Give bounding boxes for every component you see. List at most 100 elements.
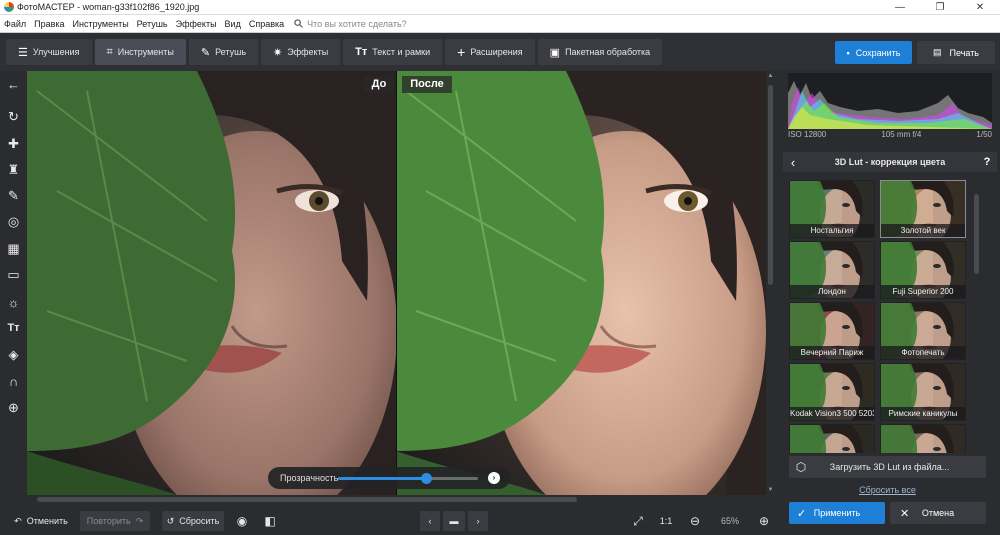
lut-thumbnail[interactable]: Kodak Vision3 500 5203 xyxy=(789,363,875,421)
apply-button[interactable]: ✓ Применить xyxy=(789,502,885,524)
chevron-right-icon[interactable]: › xyxy=(488,472,500,484)
apply-label: Применить xyxy=(813,508,861,518)
ratio-button[interactable]: 1:1 xyxy=(655,511,677,531)
lut-thumbnail[interactable]: Фотопечать xyxy=(880,302,966,360)
menu-retouch[interactable]: Ретушь xyxy=(133,15,172,33)
opacity-handle[interactable] xyxy=(421,472,433,484)
gradient-icon[interactable]: ▦ xyxy=(0,240,27,258)
menu-help[interactable]: Справка xyxy=(245,15,288,33)
menu-view[interactable]: Вид xyxy=(221,15,245,33)
tab-label: Пакетная обработка xyxy=(565,47,651,57)
reset-button[interactable]: ↺ Сбросить xyxy=(162,511,224,531)
back-arrow-icon[interactable]: ← xyxy=(0,75,27,93)
light-icon[interactable]: ☼ xyxy=(0,293,27,311)
sparkle-icon: ✷ xyxy=(273,46,283,59)
image-canvas[interactable]: До После ▲ ▼ xyxy=(27,71,775,495)
load-lut-button[interactable]: ⬡ Загрузить 3D Lut из файла... xyxy=(789,456,986,478)
globe-icon[interactable]: ⊕ xyxy=(0,399,27,417)
menu-effects[interactable]: Эффекты xyxy=(172,15,221,33)
tab-label: Ретушь xyxy=(215,47,247,57)
open-folder-button[interactable]: ▬ xyxy=(443,511,465,531)
save-label: Сохранить xyxy=(855,47,901,58)
scroll-down-icon[interactable]: ▼ xyxy=(766,487,775,493)
fit-screen-icon[interactable]: ⤢ xyxy=(628,511,648,531)
lut-thumbnail[interactable]: Вечерний Париж xyxy=(789,302,875,360)
rotate-icon[interactable]: ↻ xyxy=(0,108,27,126)
lut-name: Fuji Superior 200 xyxy=(881,285,965,298)
photo-after xyxy=(396,71,766,495)
minimize-button[interactable]: — xyxy=(880,0,920,15)
reset-all-link[interactable]: Сбросить все xyxy=(789,485,986,495)
tab-label: Эффекты xyxy=(287,47,329,57)
scroll-thumb[interactable] xyxy=(37,497,577,502)
printer-icon: ▤ xyxy=(933,47,942,57)
tab-batch[interactable]: ▣ Пакетная обработка xyxy=(537,39,663,65)
tab-retouch[interactable]: ✎ Ретушь xyxy=(188,39,259,65)
redo-button[interactable]: Повторить ↷ xyxy=(80,511,150,531)
scroll-thumb[interactable] xyxy=(974,194,979,274)
maximize-button[interactable]: ❐ xyxy=(920,0,960,15)
redo-icon: ↷ xyxy=(135,515,144,526)
lut-thumbnail[interactable] xyxy=(880,424,966,453)
brush-icon[interactable]: ✎ xyxy=(0,187,27,205)
chevron-left-icon[interactable]: ‹ xyxy=(783,155,803,170)
menu-tools[interactable]: Инструменты xyxy=(69,15,133,33)
opacity-slider[interactable] xyxy=(338,472,478,484)
prev-image-button[interactable]: ‹ xyxy=(420,511,440,531)
lut-thumbnail[interactable]: Лондон xyxy=(789,241,875,299)
check-icon: ✓ xyxy=(797,507,807,520)
close-icon: ✕ xyxy=(900,507,910,520)
split-divider[interactable] xyxy=(396,71,397,495)
print-label: Печать xyxy=(949,47,979,58)
menu-edit[interactable]: Правка xyxy=(30,15,68,33)
menu-search[interactable]: Что вы хотите сделать? xyxy=(294,19,407,29)
tab-tools[interactable]: ⌗ Инструменты xyxy=(94,39,186,65)
plus-icon: + xyxy=(457,44,466,60)
text-icon[interactable]: Tт xyxy=(0,319,27,337)
vignette-icon[interactable]: ▭ xyxy=(0,266,27,284)
tab-text-frames[interactable]: Tт Текст и рамки xyxy=(343,39,443,65)
panel-header: ‹ 3D Lut - коррекция цвета ? xyxy=(783,152,997,172)
tab-effects[interactable]: ✷ Эффекты xyxy=(261,39,341,65)
scroll-up-icon[interactable]: ▲ xyxy=(766,73,775,79)
close-button[interactable]: ✕ xyxy=(960,0,1000,15)
canvas-vertical-scrollbar[interactable]: ▲ ▼ xyxy=(766,71,775,495)
lut-name: Золотой век xyxy=(881,224,965,237)
zoom-out-icon[interactable]: ⊖ xyxy=(686,511,704,531)
zoom-in-icon[interactable]: ⊕ xyxy=(755,511,773,531)
menu-file[interactable]: Файл xyxy=(0,15,30,33)
lut-scrollbar[interactable] xyxy=(973,180,980,453)
lut-thumbnail[interactable]: Ностальгия xyxy=(789,180,875,238)
reset-icon: ↺ xyxy=(166,515,175,526)
tab-extensions[interactable]: + Расширения xyxy=(445,39,535,65)
canvas-horizontal-scrollbar[interactable] xyxy=(27,495,775,504)
undo-button[interactable]: ↶ Отменить xyxy=(8,511,74,531)
lut-grid: Ностальгия Золотой век Лондон Fuji Superior… xyxy=(789,180,969,453)
patch-icon[interactable]: ✚ xyxy=(0,135,27,153)
scroll-thumb[interactable] xyxy=(768,85,773,285)
compare-icon[interactable]: ◧ xyxy=(260,511,280,531)
print-button[interactable]: ▤ Печать xyxy=(917,41,995,64)
lut-thumbnail[interactable]: Римские каникулы xyxy=(880,363,966,421)
lut-thumbnail[interactable] xyxy=(789,424,875,453)
help-icon[interactable]: ? xyxy=(977,156,997,168)
lut-name: Римские каникулы xyxy=(881,407,965,420)
floppy-icon: ▪ xyxy=(846,47,850,58)
save-button[interactable]: ▪ Сохранить xyxy=(835,41,912,64)
lut-thumbnail[interactable]: Fuji Superior 200 xyxy=(880,241,966,299)
tab-improvements[interactable]: ☰ Улучшения xyxy=(6,39,92,65)
cube-icon: ⬡ xyxy=(795,460,807,474)
search-placeholder: Что вы хотите сделать? xyxy=(307,18,407,29)
tab-label: Текст и рамки xyxy=(372,47,431,57)
radial-icon[interactable]: ◎ xyxy=(0,213,27,231)
load-lut-label: Загрузить 3D Lut из файла... xyxy=(829,462,950,472)
stamp-icon[interactable]: ♜ xyxy=(0,161,27,179)
fill-icon[interactable]: ◈ xyxy=(0,346,27,364)
next-image-button[interactable]: › xyxy=(468,511,488,531)
magnet-icon[interactable]: ∩ xyxy=(0,372,27,390)
lut-thumbnail[interactable]: Золотой век xyxy=(880,180,966,238)
search-icon xyxy=(294,19,303,28)
eye-icon[interactable]: ◉ xyxy=(232,511,252,531)
zoom-level[interactable]: 65% xyxy=(710,511,750,531)
cancel-button[interactable]: ✕ Отмена xyxy=(890,502,986,524)
